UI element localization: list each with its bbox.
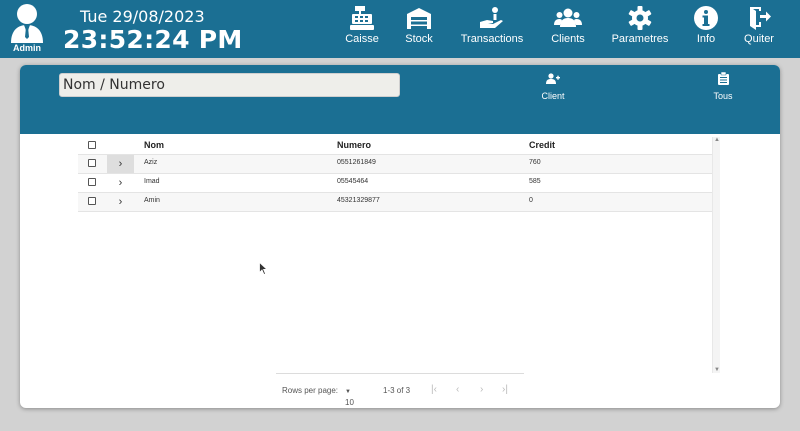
- row-checkbox[interactable]: [88, 197, 96, 205]
- exit-icon: [750, 7, 771, 30]
- top-bar: Admin Tue 29/08/2023 23:52:24 PM Caisse …: [0, 0, 800, 58]
- table-scrollbar[interactable]: ▲ ▼: [712, 137, 720, 373]
- current-date: Tue 29/08/2023: [80, 7, 205, 26]
- nav-clients[interactable]: Clients: [548, 5, 588, 53]
- cell-numero: 45321329877: [337, 197, 380, 204]
- search-input[interactable]: [59, 73, 400, 97]
- nav-quiter[interactable]: Quiter: [740, 5, 778, 53]
- nav-caisse-label: Caisse: [345, 33, 379, 45]
- pagination: Rows per page: 10 ▼ 1-3 of 3 |‹ ‹ › ›|: [276, 373, 524, 407]
- cell-numero: 05545464: [337, 178, 369, 185]
- nav-info[interactable]: Info: [690, 5, 722, 53]
- show-all-label: Tous: [713, 91, 733, 101]
- cell-credit: 585: [529, 178, 541, 185]
- clients-table: Nom Numero Credit › Aziz 0551261849 760 …: [78, 137, 714, 369]
- nav-transactions-label: Transactions: [460, 33, 524, 45]
- nav-quiter-label: Quiter: [744, 33, 774, 45]
- nav-parametres-label: Parametres: [611, 33, 669, 45]
- row-checkbox[interactable]: [88, 159, 96, 167]
- previous-page-icon[interactable]: ‹: [456, 384, 459, 395]
- column-header-nom[interactable]: Nom: [144, 140, 164, 150]
- nav-caisse[interactable]: Caisse: [342, 5, 382, 53]
- select-all-checkbox[interactable]: [88, 141, 96, 149]
- nav-stock-label: Stock: [405, 33, 433, 45]
- user-avatar[interactable]: Admin: [6, 3, 48, 53]
- cell-nom: Aziz: [144, 159, 158, 166]
- user-icon: [11, 4, 43, 43]
- row-checkbox[interactable]: [88, 178, 96, 186]
- current-time: 23:52:24 PM: [63, 25, 243, 54]
- nav-parametres[interactable]: Parametres: [610, 5, 670, 53]
- clients-card: Client Tous Nom Numero Credit › Aziz 055…: [20, 65, 780, 408]
- mouse-cursor-icon: [259, 262, 268, 275]
- clipboard-list-icon: [717, 71, 729, 85]
- show-all-button[interactable]: Tous: [708, 71, 738, 101]
- user-role-label: Admin: [13, 43, 41, 53]
- nav-clients-label: Clients: [551, 33, 585, 45]
- cell-nom: Amin: [144, 197, 160, 204]
- gear-icon: [628, 6, 652, 30]
- table-row[interactable]: › Amin 45321329877 0: [78, 193, 714, 212]
- nav-stock[interactable]: Stock: [400, 5, 438, 53]
- row-expand-button[interactable]: ›: [107, 193, 134, 211]
- rows-per-page-label: Rows per page:: [282, 386, 339, 395]
- chevron-right-icon: ›: [118, 158, 123, 170]
- cell-credit: 760: [529, 159, 541, 166]
- clients-toolbar: Client Tous: [20, 65, 780, 134]
- page-range-label: 1-3 of 3: [383, 386, 411, 395]
- warehouse-icon: [407, 8, 431, 29]
- cash-register-icon: [350, 6, 374, 30]
- rows-per-page-select[interactable]: 10 ▼: [345, 386, 354, 407]
- row-expand-button[interactable]: ›: [107, 174, 134, 192]
- add-user-icon: [546, 73, 560, 84]
- column-header-credit[interactable]: Credit: [529, 140, 555, 150]
- caret-down-icon: ▼: [345, 389, 351, 395]
- nav-transactions[interactable]: Transactions: [458, 5, 526, 53]
- last-page-icon[interactable]: ›|: [502, 384, 508, 395]
- table-row[interactable]: › Aziz 0551261849 760: [78, 155, 714, 174]
- row-expand-button[interactable]: ›: [107, 155, 134, 173]
- scroll-down-icon[interactable]: ▼: [714, 367, 720, 373]
- info-icon: [694, 6, 718, 30]
- hand-coins-icon: [480, 7, 503, 28]
- nav-info-label: Info: [696, 33, 716, 45]
- users-icon: [554, 8, 582, 27]
- next-page-icon[interactable]: ›: [480, 384, 483, 395]
- cell-credit: 0: [529, 197, 533, 204]
- column-header-numero[interactable]: Numero: [337, 140, 371, 150]
- scroll-up-icon[interactable]: ▲: [714, 137, 720, 143]
- chevron-right-icon: ›: [118, 196, 123, 208]
- table-header-row: Nom Numero Credit: [78, 137, 714, 155]
- cell-numero: 0551261849: [337, 159, 376, 166]
- chevron-right-icon: ›: [118, 177, 123, 189]
- cell-nom: Imad: [144, 178, 160, 185]
- table-row[interactable]: › Imad 05545464 585: [78, 174, 714, 193]
- rows-per-page-value: 10: [345, 398, 354, 407]
- first-page-icon[interactable]: |‹: [431, 384, 437, 395]
- add-client-button[interactable]: Client: [535, 72, 571, 101]
- add-client-label: Client: [541, 91, 565, 101]
